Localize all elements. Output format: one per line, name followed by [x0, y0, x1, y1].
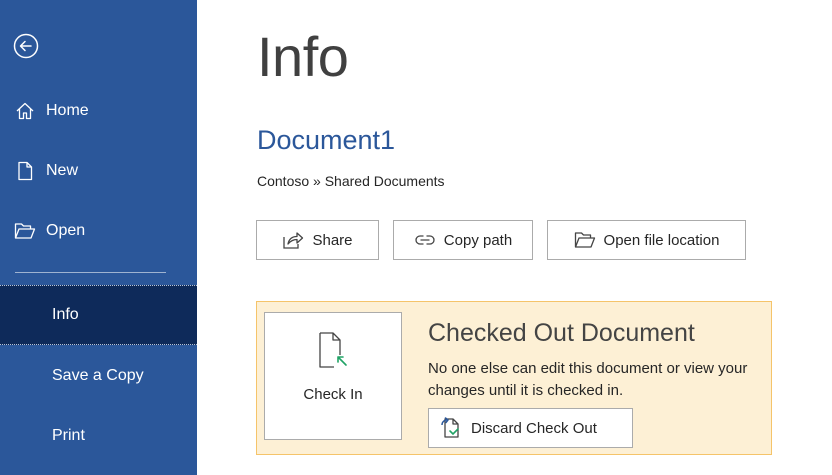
check-in-icon	[316, 331, 350, 376]
sidebar-item-open[interactable]: Open	[0, 201, 197, 261]
share-icon	[282, 230, 304, 250]
sidebar-item-label: Print	[52, 427, 85, 444]
copy-path-button[interactable]: Copy path	[393, 220, 533, 260]
panel-description: No one else can edit this document or vi…	[428, 360, 748, 399]
sidebar-item-label: Open	[46, 222, 86, 239]
share-label: Share	[312, 231, 353, 249]
check-in-label: Check In	[303, 386, 363, 403]
check-in-button[interactable]: Check In	[264, 312, 402, 440]
back-button[interactable]	[10, 30, 42, 62]
discard-check-out-label: Discard Check Out	[471, 419, 597, 437]
open-file-location-label: Open file location	[603, 231, 720, 249]
sidebar-item-label: New	[46, 162, 79, 179]
info-pane: Info Document1 Contoso » Shared Document…	[197, 0, 832, 475]
folder-open-icon	[574, 231, 596, 249]
sidebar-item-label: Save a Copy	[52, 367, 144, 384]
sidebar-item-label: Home	[46, 102, 89, 119]
back-arrow-icon	[13, 33, 39, 59]
copy-path-label: Copy path	[443, 231, 513, 249]
sidebar-item-label: Info	[52, 306, 79, 323]
page-title: Info	[257, 25, 349, 88]
link-icon	[414, 232, 436, 248]
document-location: Contoso » Shared Documents	[257, 173, 445, 189]
folder-open-icon	[14, 220, 36, 242]
sidebar-item-save-a-copy[interactable]: Save a Copy	[0, 346, 197, 406]
document-name: Document1	[257, 125, 396, 155]
new-document-icon	[14, 160, 36, 182]
backstage-sidebar: Home New Open Info Save a Copy Print	[0, 0, 197, 475]
checked-out-panel: Check In Checked Out Document No one els…	[256, 301, 772, 455]
sidebar-item-home[interactable]: Home	[0, 81, 197, 141]
home-icon	[14, 100, 36, 122]
panel-title: Checked Out Document	[428, 319, 695, 347]
sidebar-item-info[interactable]: Info	[0, 285, 197, 345]
discard-check-out-button[interactable]: Discard Check Out	[428, 408, 633, 448]
discard-check-out-icon	[439, 416, 463, 440]
sidebar-item-new[interactable]: New	[0, 141, 197, 201]
share-button[interactable]: Share	[256, 220, 379, 260]
sidebar-item-print[interactable]: Print	[0, 406, 197, 466]
open-file-location-button[interactable]: Open file location	[547, 220, 746, 260]
sidebar-divider	[15, 272, 166, 273]
